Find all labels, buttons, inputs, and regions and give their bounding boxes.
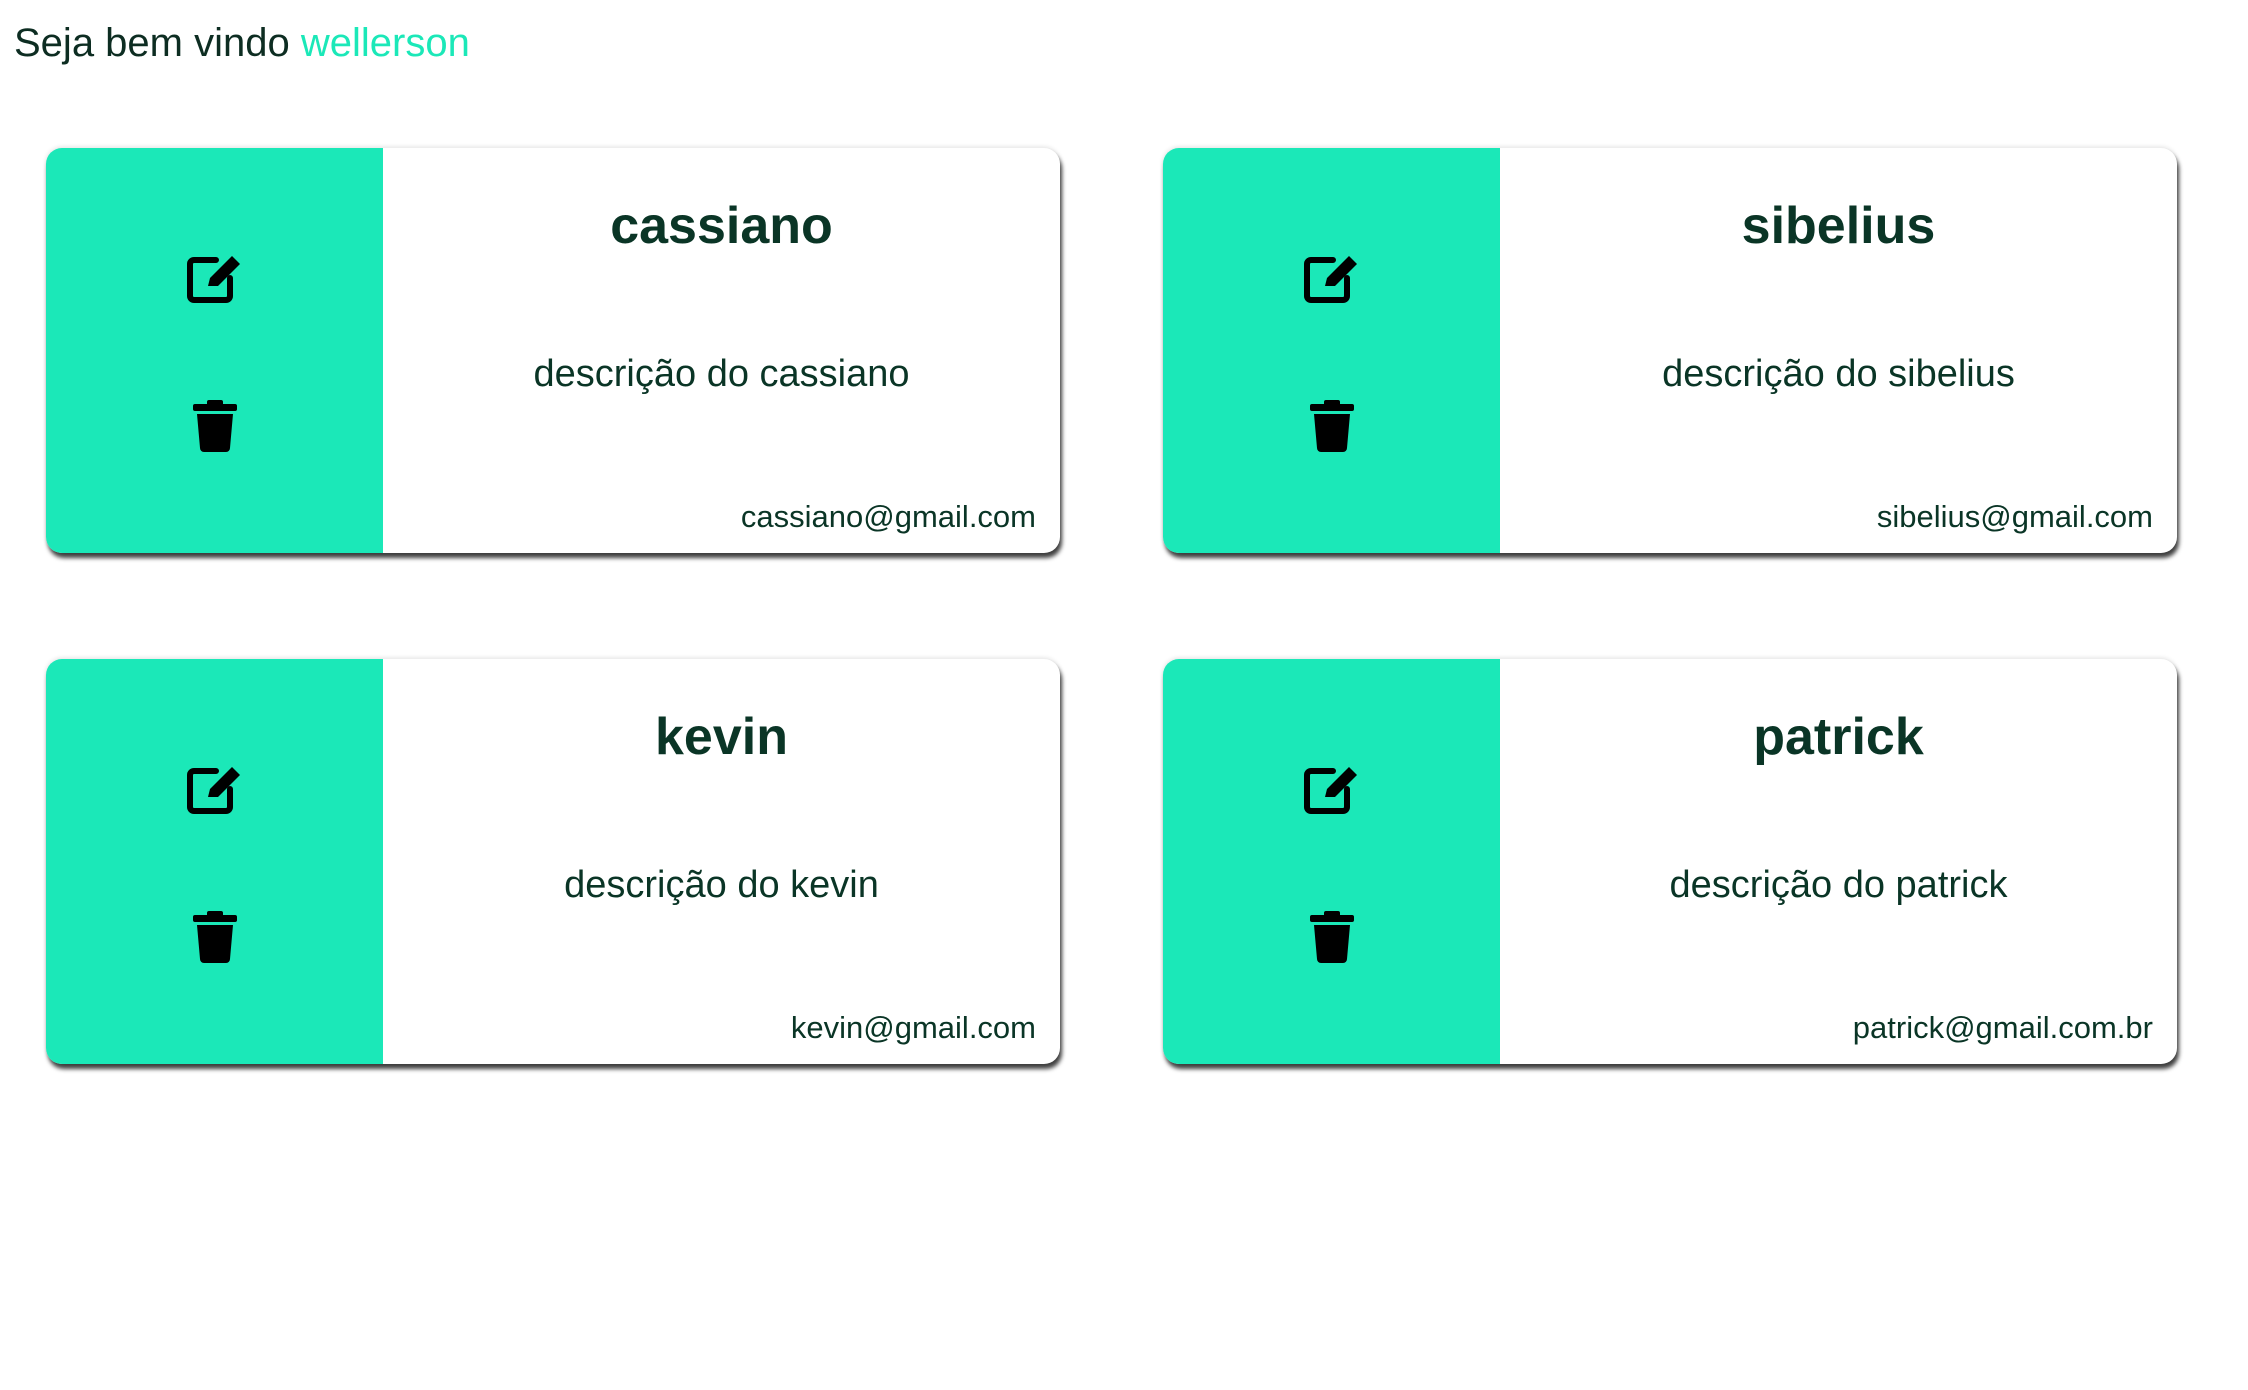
card-email: cassiano@gmail.com: [740, 499, 1036, 534]
edit-button[interactable]: [185, 759, 245, 819]
card-body: patrick descrição do patrick patrick@gma…: [1500, 659, 2177, 1064]
card-description: descrição do cassiano: [533, 353, 910, 395]
user-card: patrick descrição do patrick patrick@gma…: [1163, 659, 2177, 1064]
card-email: kevin@gmail.com: [790, 1010, 1036, 1045]
card-name: kevin: [655, 708, 788, 766]
card-name: sibelius: [1741, 197, 1936, 255]
trash-icon: [192, 400, 237, 452]
delete-button[interactable]: [1302, 907, 1362, 967]
user-card: kevin descrição do kevin kevin@gmail.com: [46, 659, 1060, 1064]
trash-icon: [1309, 911, 1354, 963]
delete-button[interactable]: [185, 396, 245, 456]
delete-button[interactable]: [185, 907, 245, 967]
user-card: cassiano descrição do cassiano cassiano@…: [46, 148, 1060, 553]
card-actions-panel: [1163, 148, 1500, 553]
edit-icon: [1303, 256, 1357, 303]
card-actions-panel: [1163, 659, 1500, 1064]
card-actions-panel: [46, 148, 383, 553]
edit-icon: [1303, 767, 1357, 814]
welcome-message: Seja bem vindo wellerson: [14, 18, 470, 68]
trash-icon: [1309, 400, 1354, 452]
card-name: cassiano: [610, 197, 833, 255]
edit-button[interactable]: [1302, 759, 1362, 819]
card-actions-panel: [46, 659, 383, 1064]
trash-icon: [192, 911, 237, 963]
edit-button[interactable]: [185, 248, 245, 308]
card-description: descrição do patrick: [1669, 864, 2008, 906]
edit-button[interactable]: [1302, 248, 1362, 308]
card-email: patrick@gmail.com.br: [1852, 1010, 2153, 1045]
edit-icon: [186, 767, 240, 814]
card-body: kevin descrição do kevin kevin@gmail.com: [383, 659, 1060, 1064]
delete-button[interactable]: [1302, 396, 1362, 456]
card-body: sibelius descrição do sibelius sibelius@…: [1500, 148, 2177, 553]
user-card: sibelius descrição do sibelius sibelius@…: [1163, 148, 2177, 553]
card-description: descrição do sibelius: [1662, 353, 2015, 395]
card-description: descrição do kevin: [564, 864, 879, 906]
card-email: sibelius@gmail.com: [1876, 499, 2153, 534]
card-name: patrick: [1753, 708, 1924, 766]
edit-icon: [186, 256, 240, 303]
username-text: wellerson: [300, 21, 470, 65]
card-body: cassiano descrição do cassiano cassiano@…: [383, 148, 1060, 553]
greeting-text: Seja bem vindo: [14, 21, 290, 65]
